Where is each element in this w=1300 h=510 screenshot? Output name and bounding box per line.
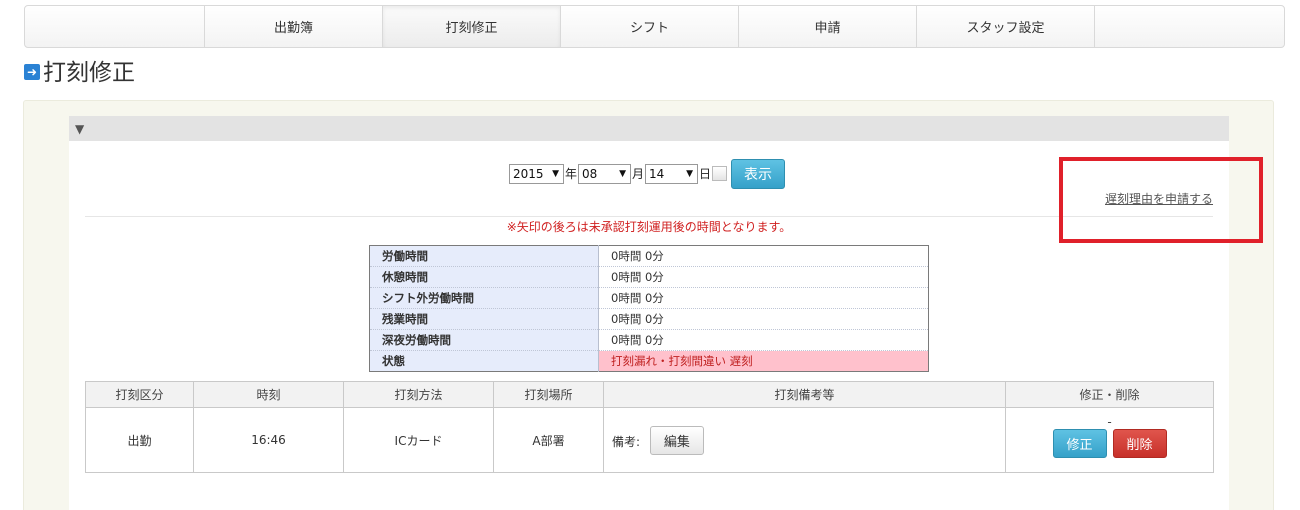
summary-row: 残業時間 0時間 0分 (369, 308, 929, 330)
nav-spacer-right (1095, 6, 1284, 47)
cell-method: ICカード (343, 407, 494, 473)
col-header-place: 打刻場所 (493, 381, 604, 408)
summary-label: 休憩時間 (369, 266, 599, 288)
show-button[interactable]: 表示 (731, 159, 786, 189)
calendar-icon[interactable] (712, 166, 728, 181)
month-value: 08 (582, 166, 598, 181)
year-select[interactable]: 2015 ▼ (509, 163, 564, 184)
summary-value: 0時間 0分 (598, 245, 929, 267)
summary-value: 0時間 0分 (598, 287, 929, 309)
col-header-type: 打刻区分 (85, 381, 194, 408)
col-header-time: 時刻 (193, 381, 344, 408)
year-unit: 年 (565, 167, 578, 181)
summary-value: 0時間 0分 (598, 266, 929, 288)
cell-time: 16:46 (193, 407, 344, 473)
summary-label: 残業時間 (369, 308, 599, 330)
punch-table: 打刻区分 時刻 打刻方法 打刻場所 打刻備考等 修正・削除 出勤 16:46 I… (85, 381, 1214, 473)
year-value: 2015 (513, 166, 544, 181)
punch-header-row: 打刻区分 時刻 打刻方法 打刻場所 打刻備考等 修正・削除 (85, 381, 1214, 408)
cell-type: 出勤 (85, 407, 194, 473)
top-nav: 出勤簿 打刻修正 シフト 申請 スタッフ設定 (24, 5, 1285, 48)
memo-label: 備考: (612, 434, 641, 449)
edit-button[interactable]: 編集 (649, 425, 704, 455)
nav-item-punch-correction[interactable]: 打刻修正 (383, 6, 561, 47)
dropdown-arrow-icon: ▼ (552, 168, 559, 179)
day-value: 14 (649, 166, 665, 181)
arrow-right-icon: ➜ (24, 63, 40, 80)
inner-panel: ▼ 2015 ▼ 年 08 ▼ 月 14 ▼ 日 表示 遅刻理由を申請する ※矢… (69, 116, 1229, 510)
highlight-box (1059, 157, 1263, 243)
nav-spacer-left (25, 6, 205, 47)
summary-row: シフト外労働時間 0時間 0分 (369, 287, 929, 309)
day-unit: 日 (699, 167, 712, 181)
page-title-text: 打刻修正 (43, 60, 135, 86)
date-selector: 2015 ▼ 年 08 ▼ 月 14 ▼ 日 表示 (509, 158, 786, 189)
collapse-bar[interactable]: ▼ (69, 116, 1229, 141)
table-row: 出勤 16:46 ICカード A部署 備考: 編集 - 修正 削除 (85, 407, 1214, 473)
placeholder-dash: - (1107, 414, 1112, 429)
nav-item-staff-settings[interactable]: スタッフ設定 (917, 6, 1095, 47)
cell-actions: - 修正 削除 (1005, 407, 1214, 473)
summary-row-status: 状態 打刻漏れ・打刻間違い 遅刻 (369, 350, 929, 372)
summary-value: 0時間 0分 (598, 329, 929, 351)
cell-memo: 備考: 編集 (603, 407, 1006, 473)
collapse-triangle-icon[interactable]: ▼ (75, 122, 84, 136)
col-header-method: 打刻方法 (343, 381, 494, 408)
fix-button[interactable]: 修正 (1052, 428, 1107, 458)
month-unit: 月 (632, 167, 645, 181)
summary-row: 労働時間 0時間 0分 (369, 245, 929, 267)
divider (85, 216, 1213, 217)
dropdown-arrow-icon: ▼ (686, 168, 694, 179)
summary-label: シフト外労働時間 (369, 287, 599, 309)
summary-label: 状態 (369, 350, 599, 372)
delete-button[interactable]: 削除 (1112, 428, 1167, 458)
status-value: 打刻漏れ・打刻間違い 遅刻 (598, 350, 929, 372)
nav-item-shift[interactable]: シフト (561, 6, 739, 47)
summary-label: 労働時間 (369, 245, 599, 267)
summary-row: 深夜労働時間 0時間 0分 (369, 329, 929, 351)
dropdown-arrow-icon: ▼ (619, 168, 627, 179)
summary-row: 休憩時間 0時間 0分 (369, 266, 929, 288)
month-select[interactable]: 08 ▼ (578, 163, 632, 184)
summary-value: 0時間 0分 (598, 308, 929, 330)
notice-text: ※矢印の後ろは未承認打刻運用後の時間となります。 (506, 220, 792, 234)
page-title: ➜ 打刻修正 (24, 53, 135, 87)
day-select[interactable]: 14 ▼ (645, 163, 699, 184)
col-header-memo: 打刻備考等 (603, 381, 1006, 408)
cell-place: A部署 (493, 407, 604, 473)
col-header-actions: 修正・削除 (1005, 381, 1214, 408)
summary-table: 労働時間 0時間 0分 休憩時間 0時間 0分 シフト外労働時間 0時間 0分 … (369, 245, 929, 372)
nav-item-attendance[interactable]: 出勤簿 (205, 6, 383, 47)
summary-label: 深夜労働時間 (369, 329, 599, 351)
nav-item-application[interactable]: 申請 (739, 6, 917, 47)
